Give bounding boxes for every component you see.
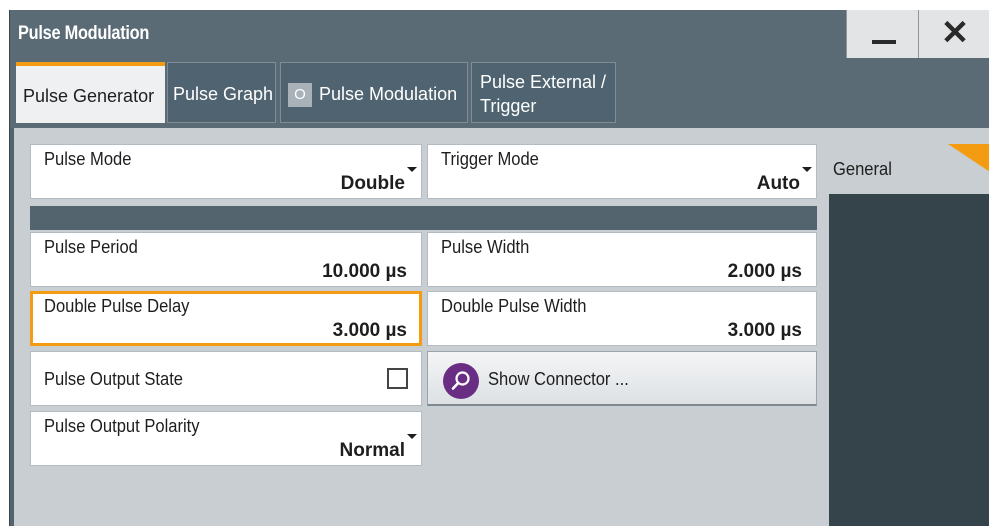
field-label: Double Pulse Delay bbox=[44, 296, 190, 316]
field-label: Double Pulse Width bbox=[441, 296, 587, 316]
tab-label: Pulse External / Trigger bbox=[480, 72, 607, 116]
button-label: Show Connector ... bbox=[488, 369, 629, 389]
side-navigation: General bbox=[829, 144, 989, 526]
tab-pulse-modulation[interactable]: O Pulse Modulation bbox=[280, 62, 468, 123]
pulse-width-field[interactable]: Pulse Width 2.000 µs bbox=[427, 232, 817, 287]
tab-pulse-external-trigger[interactable]: Pulse External / Trigger bbox=[471, 62, 616, 123]
field-label: Pulse Output State bbox=[44, 369, 184, 389]
field-label: Pulse Output Polarity bbox=[44, 416, 200, 436]
pulse-period-field[interactable]: Pulse Period 10.000 µs bbox=[30, 232, 422, 287]
side-item-label: General bbox=[833, 159, 892, 179]
section-divider bbox=[30, 206, 817, 230]
minimize-icon bbox=[872, 40, 896, 44]
field-value: 10.000 µs bbox=[322, 261, 407, 282]
tab-pulse-graph[interactable]: Pulse Graph bbox=[167, 62, 276, 123]
pulse-output-polarity-select[interactable]: Pulse Output Polarity Normal bbox=[30, 411, 422, 466]
settings-panel: Pulse Mode Double Trigger Mode Auto Puls… bbox=[14, 128, 989, 526]
field-label: Pulse Mode bbox=[44, 149, 132, 169]
double-pulse-width-field[interactable]: Double Pulse Width 3.000 µs bbox=[427, 291, 817, 346]
window-title: Pulse Modulation bbox=[18, 23, 150, 44]
field-value: 2.000 µs bbox=[727, 261, 802, 282]
trigger-mode-select[interactable]: Trigger Mode Auto bbox=[427, 144, 817, 199]
pulse-output-state-row: Pulse Output State bbox=[30, 351, 422, 406]
pulse-output-state-checkbox[interactable] bbox=[387, 368, 408, 389]
double-pulse-delay-field[interactable]: Double Pulse Delay 3.000 µs bbox=[30, 291, 422, 346]
field-label: Pulse Width bbox=[441, 237, 530, 257]
dropdown-arrow-icon bbox=[407, 167, 417, 172]
minimize-button[interactable] bbox=[846, 10, 918, 58]
field-value: 3.000 µs bbox=[332, 320, 407, 341]
search-icon bbox=[443, 363, 479, 399]
close-button[interactable]: ✕ bbox=[918, 10, 989, 58]
field-label: Pulse Period bbox=[44, 237, 138, 257]
pulse-modulation-dialog: Pulse Modulation ✕ Pulse Generator Pulse… bbox=[9, 10, 989, 526]
tab-bar: Pulse Generator Pulse Graph O Pulse Modu… bbox=[10, 58, 989, 128]
field-value: Auto bbox=[756, 173, 800, 194]
tab-pulse-generator[interactable]: Pulse Generator bbox=[16, 62, 165, 123]
dropdown-arrow-icon bbox=[802, 167, 812, 172]
field-label: Trigger Mode bbox=[441, 149, 539, 169]
show-connector-button[interactable]: Show Connector ... bbox=[427, 351, 817, 406]
field-value: Double bbox=[340, 173, 405, 194]
dropdown-arrow-icon bbox=[407, 434, 417, 439]
close-icon: ✕ bbox=[940, 14, 970, 52]
selected-corner-marker bbox=[948, 144, 989, 172]
tab-label: Pulse Graph bbox=[173, 84, 274, 104]
state-off-icon: O bbox=[288, 83, 312, 107]
tab-label: Pulse Generator bbox=[23, 86, 155, 106]
side-item-general[interactable]: General bbox=[829, 144, 989, 194]
tab-label: Pulse Modulation bbox=[319, 84, 458, 104]
title-bar: Pulse Modulation ✕ bbox=[10, 10, 989, 58]
field-value: Normal bbox=[339, 440, 405, 461]
field-value: 3.000 µs bbox=[727, 320, 802, 341]
pulse-mode-select[interactable]: Pulse Mode Double bbox=[30, 144, 422, 199]
